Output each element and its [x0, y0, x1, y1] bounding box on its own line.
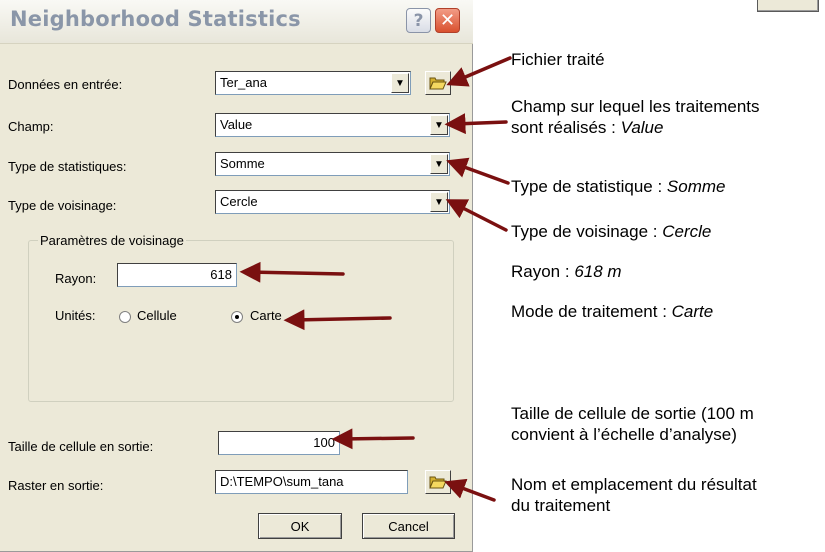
- radius-label: Rayon:: [55, 271, 97, 286]
- annotation-mode-value: Carte: [671, 302, 714, 321]
- input-data-label: Données en entrée:: [8, 77, 123, 92]
- unit-map-radio[interactable]: [231, 311, 243, 323]
- neighborhood-type-combo[interactable]: Cercle ▼: [215, 190, 450, 214]
- annotation-field-line2-prefix: sont réalisés :: [511, 118, 621, 137]
- input-data-combo[interactable]: Ter_ana ▼: [215, 71, 411, 95]
- annotation-cell-size-line2: convient à l’échelle d’analyse): [511, 425, 737, 444]
- chevron-down-icon[interactable]: ▼: [430, 192, 448, 212]
- field-label: Champ:: [8, 119, 54, 134]
- field-value: Value: [220, 117, 253, 132]
- annotation-mode-prefix: Mode de traitement :: [511, 302, 672, 321]
- help-button[interactable]: ?: [406, 8, 431, 33]
- folder-open-icon: [429, 77, 447, 90]
- output-raster-value: D:\TEMPO\sum_tana: [220, 474, 344, 489]
- ok-button[interactable]: OK: [258, 513, 342, 539]
- folder-open-icon: [429, 476, 447, 489]
- statistic-type-value: Somme: [220, 156, 265, 171]
- close-button[interactable]: ✕: [435, 8, 460, 33]
- radius-input[interactable]: 618: [117, 263, 237, 287]
- statistic-type-label: Type de statistiques:: [8, 159, 127, 174]
- units-label: Unités:: [55, 308, 96, 323]
- close-icon: ✕: [439, 10, 456, 31]
- cell-size-label: Taille de cellule en sortie:: [8, 439, 154, 454]
- annotation-radius-prefix: Rayon :: [511, 262, 575, 281]
- statistic-type-combo[interactable]: Somme ▼: [215, 152, 450, 176]
- annotation-field-line1: Champ sur lequel les traitements: [511, 97, 760, 116]
- field-combo[interactable]: Value ▼: [215, 113, 450, 137]
- dialog-title: Neighborhood Statistics: [10, 7, 301, 31]
- output-raster-label: Raster en sortie:: [8, 478, 104, 493]
- annotation-statistic: Type de statistique : Somme: [511, 176, 726, 197]
- help-icon: ?: [413, 10, 424, 31]
- cancel-button-label: Cancel: [388, 518, 429, 534]
- annotation-output-line2: du traitement: [511, 496, 611, 515]
- chevron-down-icon[interactable]: ▼: [430, 154, 448, 174]
- unit-cell-label: Cellule: [137, 308, 177, 323]
- annotation-cell-size: Taille de cellule de sortie (100 m convi…: [511, 403, 754, 445]
- neighborhood-type-value: Cercle: [220, 194, 258, 209]
- input-data-value: Ter_ana: [220, 75, 267, 90]
- title-bar: Neighborhood Statistics ? ✕: [0, 0, 473, 44]
- output-browse-button[interactable]: [425, 470, 451, 494]
- output-raster-input[interactable]: D:\TEMPO\sum_tana: [215, 470, 408, 494]
- annotation-cell-size-line1: Taille de cellule de sortie (100 m: [511, 404, 754, 423]
- annotation-neighborhood-prefix: Type de voisinage :: [511, 222, 663, 241]
- neighborhood-statistics-dialog: Neighborhood Statistics ? ✕ Données en e…: [0, 0, 473, 552]
- annotation-input-file-text: Fichier traité: [511, 50, 605, 69]
- annotation-statistic-value: Somme: [666, 177, 726, 196]
- unit-cell-radio[interactable]: [119, 311, 131, 323]
- neighborhood-params-title: Paramètres de voisinage: [38, 233, 186, 248]
- chevron-down-icon[interactable]: ▼: [430, 115, 448, 135]
- annotation-input-file: Fichier traité: [511, 49, 605, 70]
- cancel-button[interactable]: Cancel: [362, 513, 455, 539]
- radius-value: 618: [210, 267, 232, 282]
- annotation-radius-value: 618 m: [574, 262, 622, 281]
- unit-map-label: Carte: [250, 308, 282, 323]
- neighborhood-type-label: Type de voisinage:: [8, 198, 117, 213]
- annotation-radius: Rayon : 618 m: [511, 261, 622, 282]
- cell-size-input[interactable]: 100: [218, 431, 340, 455]
- input-browse-button[interactable]: [425, 71, 451, 95]
- annotation-output-line1: Nom et emplacement du résultat: [511, 475, 757, 494]
- annotation-statistic-prefix: Type de statistique :: [511, 177, 667, 196]
- annotation-mode: Mode de traitement : Carte: [511, 301, 713, 322]
- annotation-output: Nom et emplacement du résultat du traite…: [511, 474, 757, 516]
- cell-size-value: 100: [313, 435, 335, 450]
- ok-button-label: OK: [290, 518, 310, 534]
- annotation-field-line2-value: Value: [620, 118, 664, 137]
- annotation-field: Champ sur lequel les traitements sont ré…: [511, 96, 760, 138]
- annotation-neighborhood: Type de voisinage : Cercle: [511, 221, 711, 242]
- annotation-neighborhood-value: Cercle: [662, 222, 712, 241]
- chevron-down-icon[interactable]: ▼: [391, 73, 409, 93]
- partial-button[interactable]: [757, 0, 819, 12]
